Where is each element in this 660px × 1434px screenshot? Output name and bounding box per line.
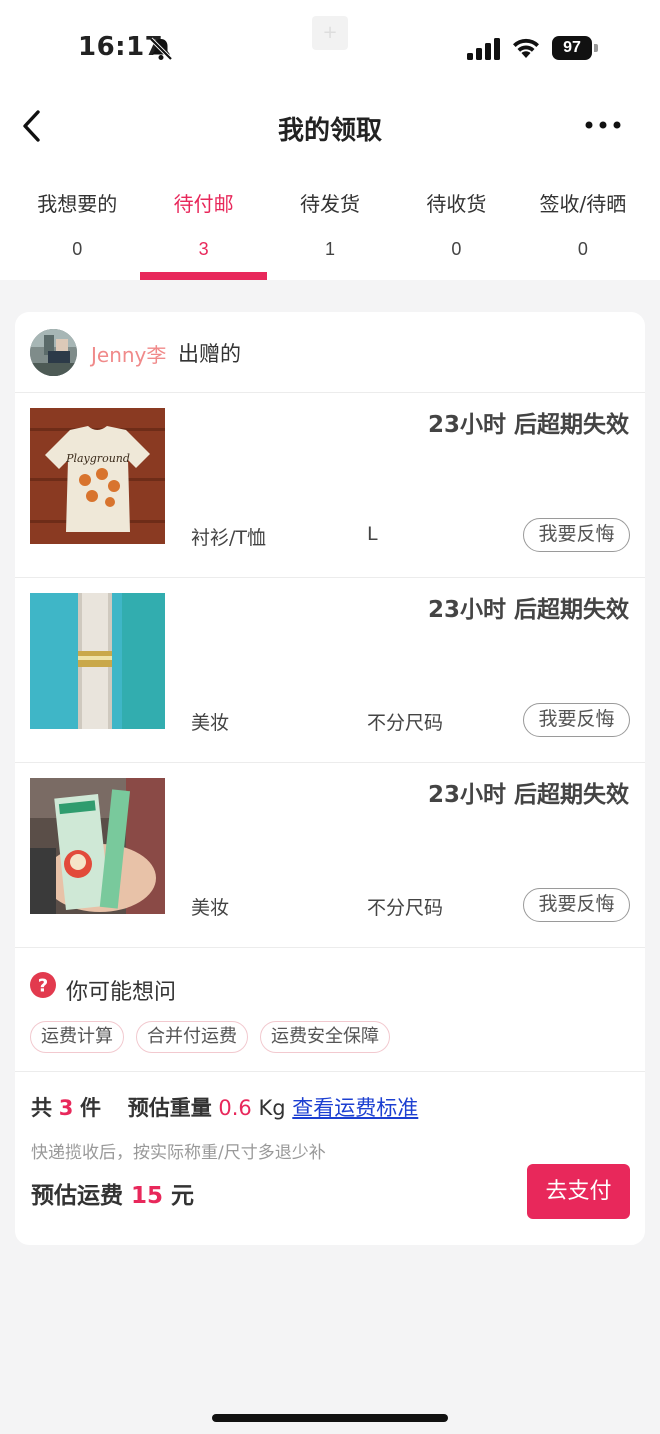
tab-label: 待收货 bbox=[426, 192, 487, 216]
battery-level: 97 bbox=[552, 36, 592, 60]
avatar[interactable] bbox=[30, 329, 77, 376]
tab-pending-receipt[interactable]: 待收货 0 bbox=[393, 186, 519, 280]
weight-unit: Kg bbox=[258, 1096, 286, 1120]
tab-pending-shipment[interactable]: 待发货 1 bbox=[267, 186, 393, 280]
item-thumbnail[interactable] bbox=[30, 593, 165, 729]
fee-label: 预估运费 bbox=[31, 1183, 123, 1209]
tab-pending-postage[interactable]: 待付邮 3 bbox=[140, 186, 267, 280]
page-title: 我的领取 bbox=[277, 116, 382, 146]
regret-button[interactable]: 我要反悔 bbox=[523, 703, 630, 737]
regret-button[interactable]: 我要反悔 bbox=[523, 518, 630, 552]
tab-count: 1 bbox=[325, 239, 336, 259]
faq-chip-shipping-guarantee[interactable]: 运费安全保障 bbox=[260, 1021, 390, 1053]
tab-signed-review[interactable]: 签收/待晒 0 bbox=[520, 186, 646, 280]
status-tabs: 我想要的 0 待付邮 3 待发货 1 待收货 0 签收/待晒 0 bbox=[14, 186, 646, 280]
item-category: 美妆 bbox=[191, 712, 230, 734]
total-prefix: 共 bbox=[31, 1096, 52, 1120]
faq-section: ? 你可能想问 运费计算 合并付运费 运费安全保障 bbox=[15, 948, 645, 1072]
estimated-fee: 预估运费 15 元 bbox=[31, 1176, 194, 1210]
item-size: 不分尺码 bbox=[367, 712, 444, 734]
faq-chip-combined-shipping[interactable]: 合并付运费 bbox=[136, 1021, 248, 1053]
expire-countdown: 23小时 后超期失效 bbox=[427, 412, 629, 438]
giver-suffix: 出赠的 bbox=[178, 342, 241, 366]
tab-label: 我想要的 bbox=[37, 192, 118, 216]
giver-header[interactable]: Jenny李 出赠的 bbox=[15, 312, 645, 393]
item-thumbnail[interactable] bbox=[30, 778, 165, 914]
gift-card: Jenny李 出赠的 Playground 23小时 后超期失效 衬衫/T恤 L… bbox=[15, 312, 645, 1245]
expire-countdown: 23小时 后超期失效 bbox=[427, 782, 629, 808]
item-category: 美妆 bbox=[191, 897, 230, 919]
tab-want[interactable]: 我想要的 0 bbox=[14, 186, 140, 280]
shipping-rules-link[interactable]: 查看运费标准 bbox=[292, 1096, 418, 1120]
weight-value: 0.6 bbox=[218, 1096, 252, 1120]
item-size: 不分尺码 bbox=[367, 897, 444, 919]
tab-label: 签收/待晒 bbox=[539, 192, 627, 216]
pay-button[interactable]: 去支付 bbox=[527, 1164, 630, 1219]
question-icon: ? bbox=[30, 972, 56, 998]
total-count: 3 bbox=[58, 1096, 74, 1120]
regret-button[interactable]: 我要反悔 bbox=[523, 888, 630, 922]
tshirt-image: Playground bbox=[30, 408, 165, 544]
tab-label: 待付邮 bbox=[173, 192, 234, 216]
fee-value: 15 bbox=[131, 1183, 164, 1209]
tab-count: 0 bbox=[451, 239, 462, 259]
tab-count: 0 bbox=[72, 239, 83, 259]
tshirt-print-text: Playground bbox=[65, 452, 130, 465]
faq-chips: 运费计算 合并付运费 运费安全保障 bbox=[30, 1021, 390, 1053]
wifi-icon bbox=[513, 38, 539, 58]
item-size: L bbox=[367, 523, 378, 545]
more-icon[interactable] bbox=[584, 118, 622, 132]
battery-icon: 97 bbox=[552, 36, 598, 60]
svg-text:?: ? bbox=[38, 976, 48, 997]
gift-item[interactable]: 23小时 后超期失效 美妆 不分尺码 我要反悔 bbox=[15, 578, 645, 763]
total-suffix: 件 bbox=[80, 1096, 101, 1120]
item-thumbnail[interactable]: Playground bbox=[30, 408, 165, 544]
tab-label: 待发货 bbox=[300, 192, 361, 216]
gift-item[interactable]: Playground 23小时 后超期失效 衬衫/T恤 L 我要反悔 bbox=[15, 393, 645, 578]
weight-label: 预估重量 bbox=[127, 1096, 212, 1120]
avatar-image bbox=[30, 329, 77, 376]
item-category: 衬衫/T恤 bbox=[191, 527, 267, 549]
tab-count: 0 bbox=[577, 239, 588, 259]
gift-item[interactable]: 23小时 后超期失效 美妆 不分尺码 我要反悔 bbox=[15, 763, 645, 948]
home-indicator[interactable] bbox=[212, 1414, 448, 1422]
payment-summary: 共 3 件 预估重量 0.6 Kg 查看运费标准 快递揽收后，按实际称重/尺寸多… bbox=[15, 1072, 645, 1245]
tab-count: 3 bbox=[198, 239, 209, 259]
summary-line: 共 3 件 预估重量 0.6 Kg 查看运费标准 bbox=[31, 1092, 418, 1122]
signal-icon bbox=[467, 38, 500, 60]
bell-slash-icon bbox=[149, 37, 173, 61]
camera-indicator: + bbox=[312, 16, 348, 50]
shipping-note: 快递揽收后，按实际称重/尺寸多退少补 bbox=[31, 1143, 326, 1163]
fee-unit: 元 bbox=[171, 1183, 195, 1209]
status-bar: 16:17 + 97 bbox=[0, 0, 660, 96]
faq-title: 你可能想问 bbox=[66, 980, 177, 1005]
active-tab-indicator bbox=[140, 272, 267, 280]
expire-countdown: 23小时 后超期失效 bbox=[427, 597, 629, 623]
cosmetic-tube-image bbox=[30, 593, 165, 729]
faq-chip-shipping-calc[interactable]: 运费计算 bbox=[30, 1021, 124, 1053]
cosmetic-box-image bbox=[30, 778, 165, 914]
giver-name[interactable]: Jenny李 bbox=[91, 339, 166, 368]
